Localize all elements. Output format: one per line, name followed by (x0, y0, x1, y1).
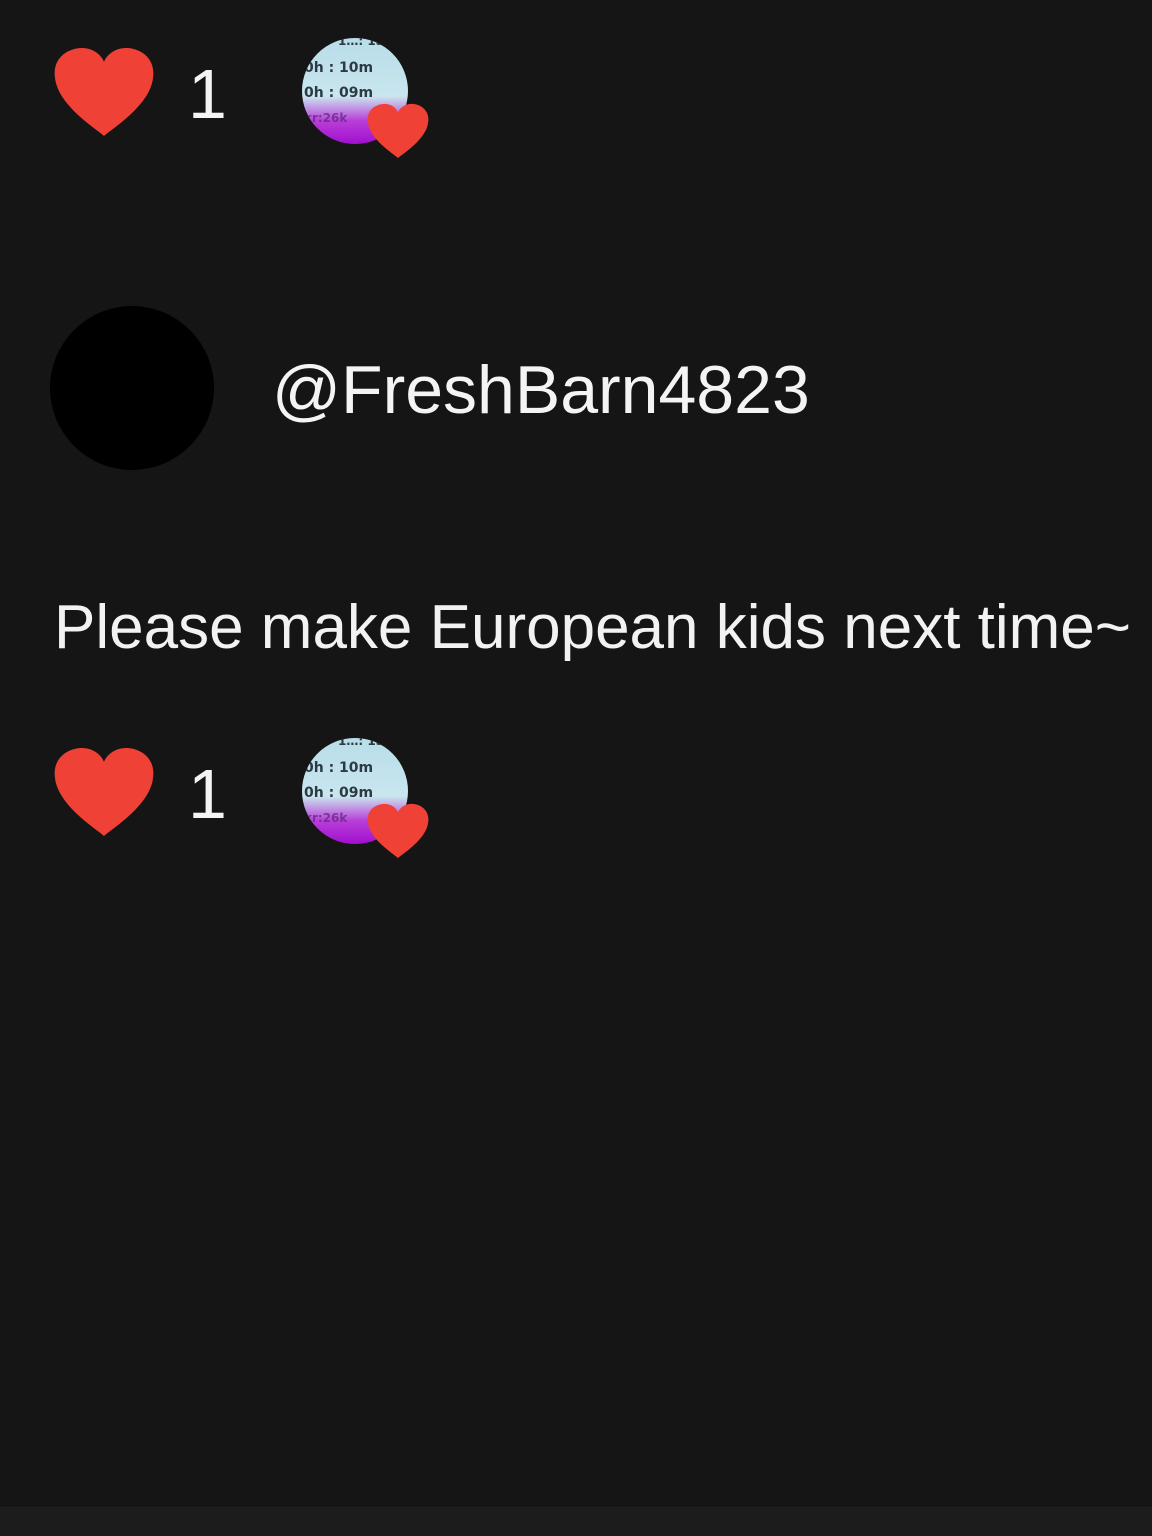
bottom-bar (0, 1507, 1152, 1536)
like-count: 1 (188, 755, 227, 833)
previous-comment-reactions: 1 1…: 15m 0h : 10m 0h : 09m kr:26k (50, 38, 450, 168)
comment-reactions: 1 1…: 15m 0h : 10m 0h : 09m kr:26k (50, 738, 450, 868)
commenter-avatar[interactable] (50, 306, 214, 470)
like-heart-icon[interactable] (52, 46, 156, 138)
like-count: 1 (188, 55, 227, 133)
creator-liked-heart-icon (367, 803, 429, 859)
creator-liked-heart-icon (367, 103, 429, 159)
comment-text: Please make European kids next time~ (54, 593, 1131, 662)
like-heart-icon[interactable] (52, 746, 156, 838)
commenter-username[interactable]: @FreshBarn4823 (272, 350, 810, 430)
